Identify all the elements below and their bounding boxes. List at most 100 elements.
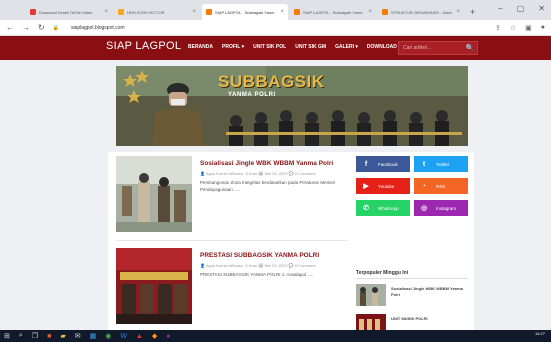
- post-image: [116, 248, 192, 324]
- menu-label: GALERI: [335, 44, 354, 50]
- main-content: Sosialisasi Jingle WBK WBBM Yanma Polri …: [108, 152, 474, 330]
- search-icon[interactable]: 🔍: [463, 42, 477, 54]
- menu-item-profil[interactable]: PROFIL ▾: [222, 44, 244, 50]
- close-tab-icon[interactable]: ×: [280, 9, 284, 15]
- social-label: Youtube: [378, 183, 395, 189]
- instagram-icon: ◎: [420, 205, 428, 212]
- menu-item-unit-sik-pol[interactable]: UNIT SIK POL: [253, 44, 286, 50]
- store-icon[interactable]: ▦: [90, 332, 97, 340]
- post-meta: 👤 Agus Kurnia Wibowo, S.Kom 🗓 Mei 25, 20…: [200, 171, 316, 176]
- post-thumbnail[interactable]: [116, 248, 192, 324]
- system-clock[interactable]: 14:27: [535, 331, 545, 336]
- browser-tab-active[interactable]: SIAP LAGPOL - Subbagsik Yanm ×: [202, 4, 288, 20]
- browser-tab-bar: Download Gratis TikTok Video × HDH ICON V…: [0, 0, 551, 20]
- file-explorer-icon[interactable]: ▰: [60, 332, 65, 340]
- taskbar: ⊞ ⌕ ❐ ■ ▰ ✉ ▦ ◉ W ▲ ◆ ● 14:27: [0, 330, 551, 342]
- close-tab-icon[interactable]: ×: [192, 9, 196, 15]
- post-comments[interactable]: 0 Comment: [295, 171, 316, 176]
- browser-tab[interactable]: STRUKTUR ORGANISASI - Subb ×: [378, 4, 464, 20]
- rss-button[interactable]: ◔ RSS: [414, 178, 468, 194]
- post-author[interactable]: Agus Kurnia Wibowo, S.Kom: [206, 171, 257, 176]
- menu-label: DOWNLOAD: [366, 44, 397, 50]
- instagram-button[interactable]: ◎ Instagram: [414, 200, 468, 216]
- post-comments[interactable]: 0 Comment: [295, 263, 316, 268]
- favicon-icon: [294, 9, 300, 15]
- forward-icon[interactable]: →: [22, 23, 30, 32]
- comment-icon: 💬: [288, 171, 294, 176]
- lock-icon[interactable]: 🔒: [53, 25, 59, 31]
- address-bar: ← → ↻ 🔒 siaplagpol.blogspot.com ⇪ ☆ ▣ ●: [0, 20, 551, 36]
- post-divider: [116, 240, 348, 241]
- url-field[interactable]: siaplagpol.blogspot.com: [71, 25, 125, 31]
- share-icon[interactable]: ⇪: [495, 24, 501, 32]
- post-thumbnail[interactable]: [116, 156, 192, 232]
- tab-label: SIAP LAGPOL - Subbagsik Yanm: [215, 9, 275, 15]
- menu-item-download[interactable]: DOWNLOAD ▾: [367, 44, 401, 50]
- menu-item-galeri[interactable]: GALERI ▾: [335, 44, 358, 50]
- minimize-icon[interactable]: –: [498, 4, 502, 13]
- post-item: Sosialisasi Jingle WBK WBBM Yanma Polri …: [116, 156, 346, 236]
- post-author[interactable]: Agus Kurnia Wibowo, S.Kom: [206, 263, 257, 268]
- popular-heading: Terpopuler Minggu Ini: [356, 270, 409, 276]
- popular-thumbnail[interactable]: [356, 314, 386, 330]
- task-view-icon[interactable]: ❐: [32, 332, 38, 340]
- word-icon[interactable]: W: [120, 333, 127, 340]
- profile-icon[interactable]: ●: [541, 24, 545, 32]
- youtube-button[interactable]: ▶ Youtube: [356, 178, 410, 194]
- calendar-icon: 🗓: [258, 263, 264, 268]
- browser-tab[interactable]: HDH ICON VECTOR ×: [114, 4, 200, 20]
- whatsapp-icon: ✆: [363, 205, 369, 212]
- facebook-button[interactable]: f Facebook: [356, 156, 410, 172]
- comment-icon: 💬: [288, 263, 294, 268]
- app-icon[interactable]: ◆: [152, 332, 157, 340]
- tab-label: Download Gratis TikTok Video: [39, 9, 93, 15]
- menu-item-beranda[interactable]: BERANDA: [188, 44, 213, 50]
- maximize-icon[interactable]: ▢: [517, 4, 525, 13]
- youtube-icon: ▶: [363, 183, 369, 190]
- popular-image: [356, 284, 386, 306]
- extensions-icon[interactable]: ▣: [525, 24, 532, 32]
- rss-icon: ◔: [421, 182, 427, 190]
- social-label: WhatsApp: [378, 205, 399, 211]
- browser-tab[interactable]: Download Gratis TikTok Video ×: [26, 4, 112, 20]
- header-banner: SUBBAGSIK YANMA POLRI: [116, 66, 468, 146]
- popular-item[interactable]: UNIT MUSIK POLRI: [356, 314, 468, 330]
- post-title[interactable]: PRESTASI SUBBAGSIK YANMA POLRI: [200, 252, 319, 259]
- social-buttons: f Facebook t Twitter ▶ Youtube ◔ RSS ✆ WhatsA…: [356, 156, 468, 216]
- menu-item-unit-sik-gm[interactable]: UNIT SIK GM: [295, 44, 326, 50]
- close-tab-icon[interactable]: ×: [456, 9, 460, 15]
- app-icon[interactable]: ▲: [136, 333, 143, 340]
- popular-title[interactable]: Sosialisasi Jingle WBK WBBM Yanma Polri: [391, 286, 467, 297]
- post-image: [116, 156, 192, 232]
- social-label: Twitter: [436, 161, 450, 167]
- windows-start-icon[interactable]: ⊞: [4, 332, 10, 340]
- office-icon[interactable]: ■: [47, 333, 51, 340]
- reload-icon[interactable]: ↻: [38, 23, 45, 32]
- chrome-icon[interactable]: ◉: [105, 332, 111, 340]
- popular-thumbnail[interactable]: [356, 284, 386, 306]
- back-icon[interactable]: ←: [6, 23, 14, 32]
- popular-item[interactable]: Sosialisasi Jingle WBK WBBM Yanma Polri: [356, 284, 468, 306]
- search-icon[interactable]: ⌕: [19, 332, 23, 340]
- mail-icon[interactable]: ✉: [75, 332, 81, 340]
- popular-title[interactable]: UNIT MUSIK POLRI: [391, 316, 428, 321]
- twitter-button[interactable]: t Twitter: [414, 156, 468, 172]
- app-icon[interactable]: ●: [166, 333, 170, 340]
- post-title[interactable]: Sosialisasi Jingle WBK WBBM Yanma Polri: [200, 160, 333, 167]
- post-meta: 👤 Agus Kurnia Wibowo, S.Kom 🗓 Mei 25, 20…: [200, 263, 316, 268]
- close-tab-icon[interactable]: ×: [104, 9, 108, 15]
- close-window-icon[interactable]: ✕: [538, 4, 545, 13]
- new-tab-button[interactable]: +: [470, 4, 475, 20]
- site-brand[interactable]: SIAP LAGPOL: [106, 40, 181, 52]
- search-input[interactable]: Cari artikel... 🔍: [398, 41, 478, 55]
- calendar-icon: 🗓: [258, 171, 264, 176]
- whatsapp-button[interactable]: ✆ WhatsApp: [356, 200, 410, 216]
- twitter-icon: t: [422, 160, 426, 168]
- browser-tab[interactable]: SIAP LAGPOL - Subbagsik Yanm ×: [290, 4, 376, 20]
- banner-title: SUBBAGSIK: [218, 72, 325, 91]
- favicon-icon: [118, 9, 124, 15]
- post-item: PRESTASI SUBBAGSIK YANMA POLRI 👤 Agus Ku…: [116, 248, 346, 328]
- close-tab-icon[interactable]: ×: [368, 9, 372, 15]
- star-icon[interactable]: ☆: [510, 24, 516, 32]
- post-date: Mei 25, 2022: [264, 263, 288, 268]
